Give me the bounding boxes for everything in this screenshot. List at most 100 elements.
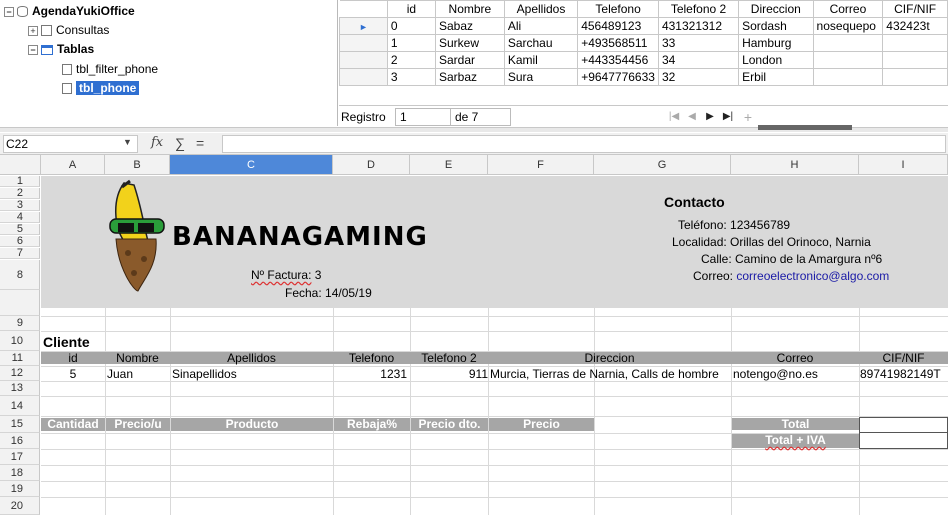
- grid-row[interactable]: 3 Sarbaz Sura +9647776633 32 Erbil: [339, 68, 948, 86]
- row-header[interactable]: 18: [0, 465, 40, 481]
- grid-cell[interactable]: [882, 34, 948, 52]
- select-all-corner[interactable]: [0, 155, 41, 175]
- tree-item-table[interactable]: tbl_filter_phone: [62, 60, 158, 78]
- chevron-down-icon[interactable]: ▼: [123, 137, 132, 147]
- last-record-icon[interactable]: ▶|: [721, 109, 735, 125]
- row-header[interactable]: 7: [0, 248, 40, 259]
- function-wizard-icon[interactable]: fx: [151, 135, 163, 150]
- grid-cell[interactable]: +493568511: [577, 34, 659, 52]
- row-header[interactable]: 2: [0, 188, 40, 199]
- row-header[interactable]: 6: [0, 236, 40, 247]
- grid-cell[interactable]: 2: [386, 51, 436, 69]
- tree-item-database[interactable]: − AgendaYukiOffice: [4, 2, 135, 20]
- grid-cell[interactable]: 432423t: [882, 17, 948, 35]
- column-header[interactable]: H: [731, 155, 859, 175]
- splitter-grip[interactable]: [758, 125, 852, 130]
- grid-cell[interactable]: +9647776633: [577, 68, 659, 86]
- formula-input[interactable]: [222, 135, 946, 153]
- column-header[interactable]: I: [859, 155, 948, 175]
- client-cell-cif[interactable]: 89741982149T: [860, 368, 948, 380]
- row-header[interactable]: 13: [0, 381, 40, 396]
- grid-cell[interactable]: [812, 34, 884, 52]
- grid-cell[interactable]: [882, 68, 948, 86]
- grid-cell[interactable]: Hamburg: [738, 34, 814, 52]
- grid-col-header[interactable]: id: [386, 0, 436, 18]
- row-header[interactable]: [0, 290, 40, 316]
- expand-icon[interactable]: +: [28, 25, 38, 36]
- grid-cell[interactable]: Sardar: [434, 51, 505, 69]
- grid-cell[interactable]: 0: [386, 17, 436, 35]
- grid-cell[interactable]: Kamil: [503, 51, 579, 69]
- column-header-active[interactable]: C: [170, 155, 333, 175]
- client-cell-correo[interactable]: notengo@no.es: [733, 368, 818, 380]
- grid-cell[interactable]: 1: [386, 34, 436, 52]
- column-header[interactable]: G: [594, 155, 731, 175]
- tree-item-queries[interactable]: + Consultas: [28, 21, 109, 39]
- contact-email-link[interactable]: correoelectronico@algo.com: [736, 269, 889, 283]
- grid-cell[interactable]: nosequepo: [812, 17, 884, 35]
- previous-record-icon[interactable]: ◀: [685, 109, 699, 125]
- grid-cell[interactable]: Sura: [503, 68, 579, 86]
- grid-cell[interactable]: Sabaz: [434, 17, 505, 35]
- client-cell-telefono[interactable]: 1231: [333, 368, 407, 380]
- row-header[interactable]: 20: [0, 497, 40, 515]
- grid-cell[interactable]: Erbil: [738, 68, 814, 86]
- column-header[interactable]: E: [410, 155, 488, 175]
- collapse-icon[interactable]: −: [28, 44, 38, 55]
- row-header[interactable]: 19: [0, 481, 40, 497]
- grid-cell[interactable]: [882, 51, 948, 69]
- record-number-input[interactable]: 1: [395, 108, 451, 126]
- client-cell-apellidos[interactable]: Sinapellidos: [172, 368, 237, 380]
- formula-icon[interactable]: =: [196, 135, 204, 151]
- row-indicator[interactable]: [339, 68, 388, 86]
- grid-cell[interactable]: 34: [657, 51, 740, 69]
- first-record-icon[interactable]: |◀: [667, 109, 681, 125]
- row-header[interactable]: 10: [0, 331, 40, 351]
- grid-cell[interactable]: Sarbaz: [434, 68, 505, 86]
- grid-cell[interactable]: Surkew: [434, 34, 505, 52]
- column-header[interactable]: D: [333, 155, 410, 175]
- row-header[interactable]: 14: [0, 396, 40, 416]
- row-header[interactable]: 9: [0, 316, 40, 331]
- grid-cell[interactable]: 3: [386, 68, 436, 86]
- column-header[interactable]: F: [488, 155, 594, 175]
- collapse-icon[interactable]: −: [4, 6, 14, 17]
- row-header[interactable]: 11: [0, 351, 40, 366]
- next-record-icon[interactable]: ▶: [703, 109, 717, 125]
- grid-cell[interactable]: Ali: [503, 17, 579, 35]
- grid-col-header[interactable]: Apellidos: [503, 0, 579, 18]
- client-cell-id[interactable]: 5: [41, 368, 105, 380]
- column-header[interactable]: A: [41, 155, 105, 175]
- client-cell-telefono2[interactable]: 911: [410, 368, 488, 380]
- grid-cell[interactable]: 32: [657, 68, 740, 86]
- grid-col-header[interactable]: Nombre: [434, 0, 505, 18]
- row-indicator[interactable]: [339, 34, 388, 52]
- tree-item-table-selected[interactable]: tbl_phone: [62, 79, 140, 97]
- grid-cell[interactable]: +443354456: [577, 51, 659, 69]
- grid-row[interactable]: ► 0 Sabaz Ali 456489123 431321312 Sordas…: [339, 17, 948, 35]
- row-header[interactable]: 3: [0, 200, 40, 211]
- row-header[interactable]: 8: [0, 260, 40, 290]
- row-header[interactable]: 5: [0, 224, 40, 235]
- grid-cell[interactable]: [812, 51, 884, 69]
- grid-cell[interactable]: [812, 68, 884, 86]
- sum-icon[interactable]: ∑: [175, 135, 185, 151]
- grid-cell[interactable]: 456489123: [577, 17, 659, 35]
- tree-item-tables[interactable]: − Tablas: [28, 40, 94, 58]
- row-indicator[interactable]: ►: [339, 17, 388, 35]
- name-box[interactable]: C22: [3, 135, 138, 153]
- grid-col-header[interactable]: Correo: [812, 0, 884, 18]
- grid-cell[interactable]: Sordash: [738, 17, 814, 35]
- row-header[interactable]: 12: [0, 366, 40, 381]
- total-value-box[interactable]: [859, 417, 948, 449]
- row-indicator[interactable]: [339, 51, 388, 69]
- new-record-icon[interactable]: +: [741, 109, 755, 125]
- client-cell-nombre[interactable]: Juan: [107, 368, 133, 380]
- row-header[interactable]: 1: [0, 176, 40, 187]
- grid-col-header[interactable]: Direccion: [738, 0, 814, 18]
- grid-col-header[interactable]: Telefono: [577, 0, 659, 18]
- row-header[interactable]: 17: [0, 449, 40, 465]
- row-header[interactable]: 4: [0, 212, 40, 223]
- grid-row[interactable]: 1 Surkew Sarchau +493568511 33 Hamburg: [339, 34, 948, 52]
- grid-col-header[interactable]: Telefono 2: [657, 0, 740, 18]
